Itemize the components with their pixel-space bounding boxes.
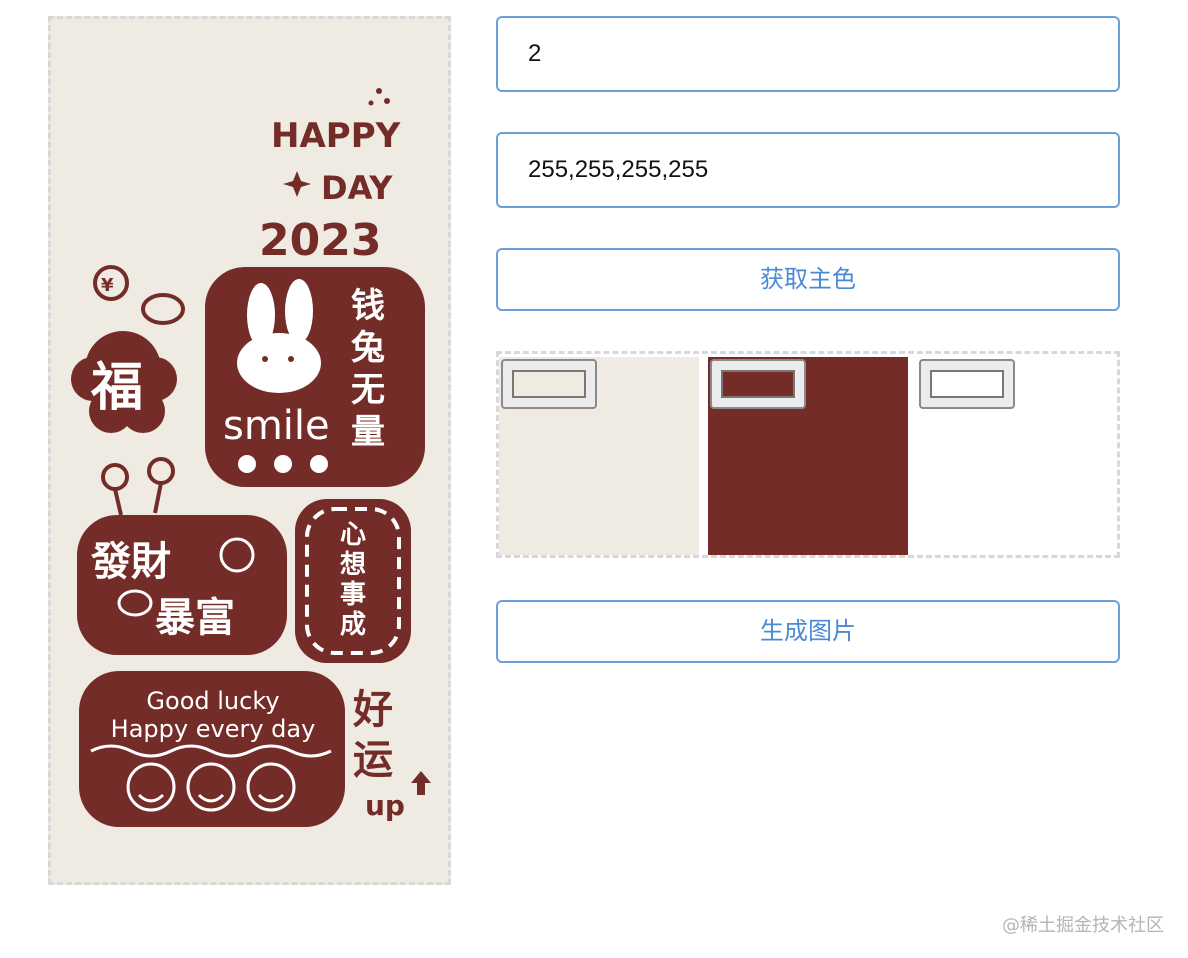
bean-icon <box>141 293 185 325</box>
sparkle-icon <box>376 88 382 94</box>
color-swatch-panel <box>496 351 1120 558</box>
facai-text: 發財 <box>90 539 171 585</box>
haoyun-char-1: 好 <box>352 687 393 733</box>
color-picker-3[interactable] <box>919 359 1015 409</box>
star-icon <box>283 171 311 197</box>
count-input[interactable] <box>496 16 1120 92</box>
good-lucky-text: Good lucky <box>146 687 279 715</box>
arrow-up-icon <box>411 771 431 795</box>
color-swatch-1 <box>499 357 699 555</box>
money-char-2: 兔 <box>351 328 385 368</box>
year-text: 2023 <box>259 215 381 266</box>
xinxiang-char-1: 心 <box>340 520 366 550</box>
coin-icon: ¥ <box>93 265 129 301</box>
color-picker-2[interactable] <box>710 359 806 409</box>
color-input[interactable] <box>496 132 1120 208</box>
xinxiang-char-4: 成 <box>340 610 366 640</box>
baofu-text: 暴富 <box>155 595 235 641</box>
haoyun-char-2: 运 <box>353 737 393 783</box>
day-text: DAY <box>321 169 393 207</box>
color-picker-1[interactable] <box>501 359 597 409</box>
xinxiang-char-3: 事 <box>340 580 366 610</box>
color-swatch-2 <box>708 357 908 555</box>
money-char-3: 无 <box>351 370 385 410</box>
money-char-1: 钱 <box>351 286 385 326</box>
fu-text: 福 <box>90 358 143 418</box>
smile-text: smile <box>223 403 330 449</box>
money-char-4: 量 <box>351 412 385 452</box>
poster-artwork: HAPPY DAY 2023 ¥ 福 钱 兔 无 量 smile 發財 暴富 心… <box>71 88 431 827</box>
up-text: up <box>365 789 405 822</box>
money-bag-icons <box>238 455 328 473</box>
happy-every-day-text: Happy every day <box>111 715 316 743</box>
get-main-color-button[interactable]: 获取主色 <box>496 248 1120 311</box>
poster-canvas: HAPPY DAY 2023 ¥ 福 钱 兔 无 量 smile 發財 暴富 心… <box>48 16 451 885</box>
happy-text: HAPPY <box>271 116 401 156</box>
fu-flower: 福 <box>71 331 177 433</box>
generate-image-button[interactable]: 生成图片 <box>496 600 1120 663</box>
flower-icon <box>101 457 175 516</box>
watermark: @稀土掘金技术社区 <box>1002 915 1164 936</box>
svg-text:¥: ¥ <box>101 275 114 296</box>
xinxiang-char-2: 想 <box>340 550 366 580</box>
color-swatch-3 <box>917 357 1117 555</box>
